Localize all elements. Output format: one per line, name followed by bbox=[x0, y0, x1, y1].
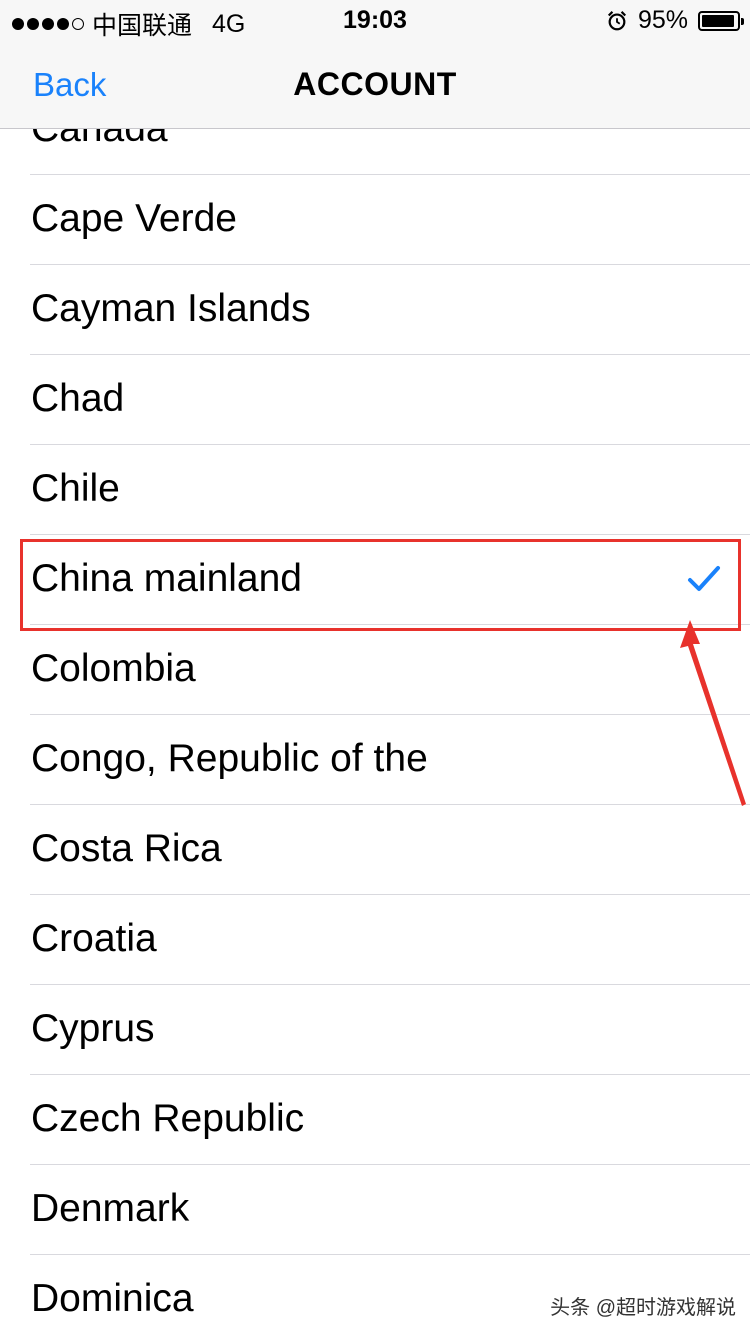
country-row[interactable]: Czech Republic bbox=[0, 1075, 750, 1165]
country-label: Colombia bbox=[31, 647, 196, 690]
country-row[interactable]: Cayman Islands bbox=[0, 265, 750, 355]
country-row[interactable]: Cape Verde bbox=[0, 175, 750, 265]
country-row[interactable]: China mainland bbox=[0, 535, 750, 625]
status-bar: 中国联通 4G 19:03 95% bbox=[0, 0, 750, 40]
page-title: ACCOUNT bbox=[293, 66, 457, 102]
country-label: Chile bbox=[31, 467, 120, 510]
country-label: Cape Verde bbox=[31, 197, 237, 240]
country-row[interactable]: Costa Rica bbox=[0, 805, 750, 895]
country-row[interactable]: Congo, Republic of the bbox=[0, 715, 750, 805]
country-label: Dominica bbox=[31, 1277, 194, 1320]
country-row[interactable]: Chile bbox=[0, 445, 750, 535]
country-label: Croatia bbox=[31, 917, 157, 960]
screen: 中国联通 4G 19:03 95% Back ACCOUNT CanadaCap… bbox=[0, 0, 750, 1334]
country-row[interactable]: Chad bbox=[0, 355, 750, 445]
checkmark-icon bbox=[688, 566, 720, 591]
country-row[interactable]: Denmark bbox=[0, 1165, 750, 1255]
country-label: Cayman Islands bbox=[31, 287, 311, 330]
status-right: 95% bbox=[606, 6, 744, 35]
country-label: Czech Republic bbox=[31, 1097, 305, 1140]
country-label: Congo, Republic of the bbox=[31, 737, 428, 780]
country-label: Denmark bbox=[31, 1187, 190, 1230]
watermark: 头条 @超时游戏解说 bbox=[550, 1297, 736, 1319]
country-label: China mainland bbox=[31, 557, 303, 600]
country-label: Costa Rica bbox=[31, 827, 222, 870]
country-row[interactable]: Croatia bbox=[0, 895, 750, 985]
country-label: Cyprus bbox=[31, 1007, 155, 1050]
country-row[interactable]: Cyprus bbox=[0, 985, 750, 1075]
country-label: Chad bbox=[31, 377, 125, 420]
navigation-bar: Back ACCOUNT bbox=[0, 40, 750, 129]
country-row[interactable]: Colombia bbox=[0, 625, 750, 715]
alarm-icon bbox=[607, 10, 626, 30]
battery-icon bbox=[698, 10, 744, 31]
battery-percent: 95% bbox=[637, 6, 688, 34]
country-list: CanadaCape VerdeCayman IslandsChadChileC… bbox=[0, 85, 750, 1334]
